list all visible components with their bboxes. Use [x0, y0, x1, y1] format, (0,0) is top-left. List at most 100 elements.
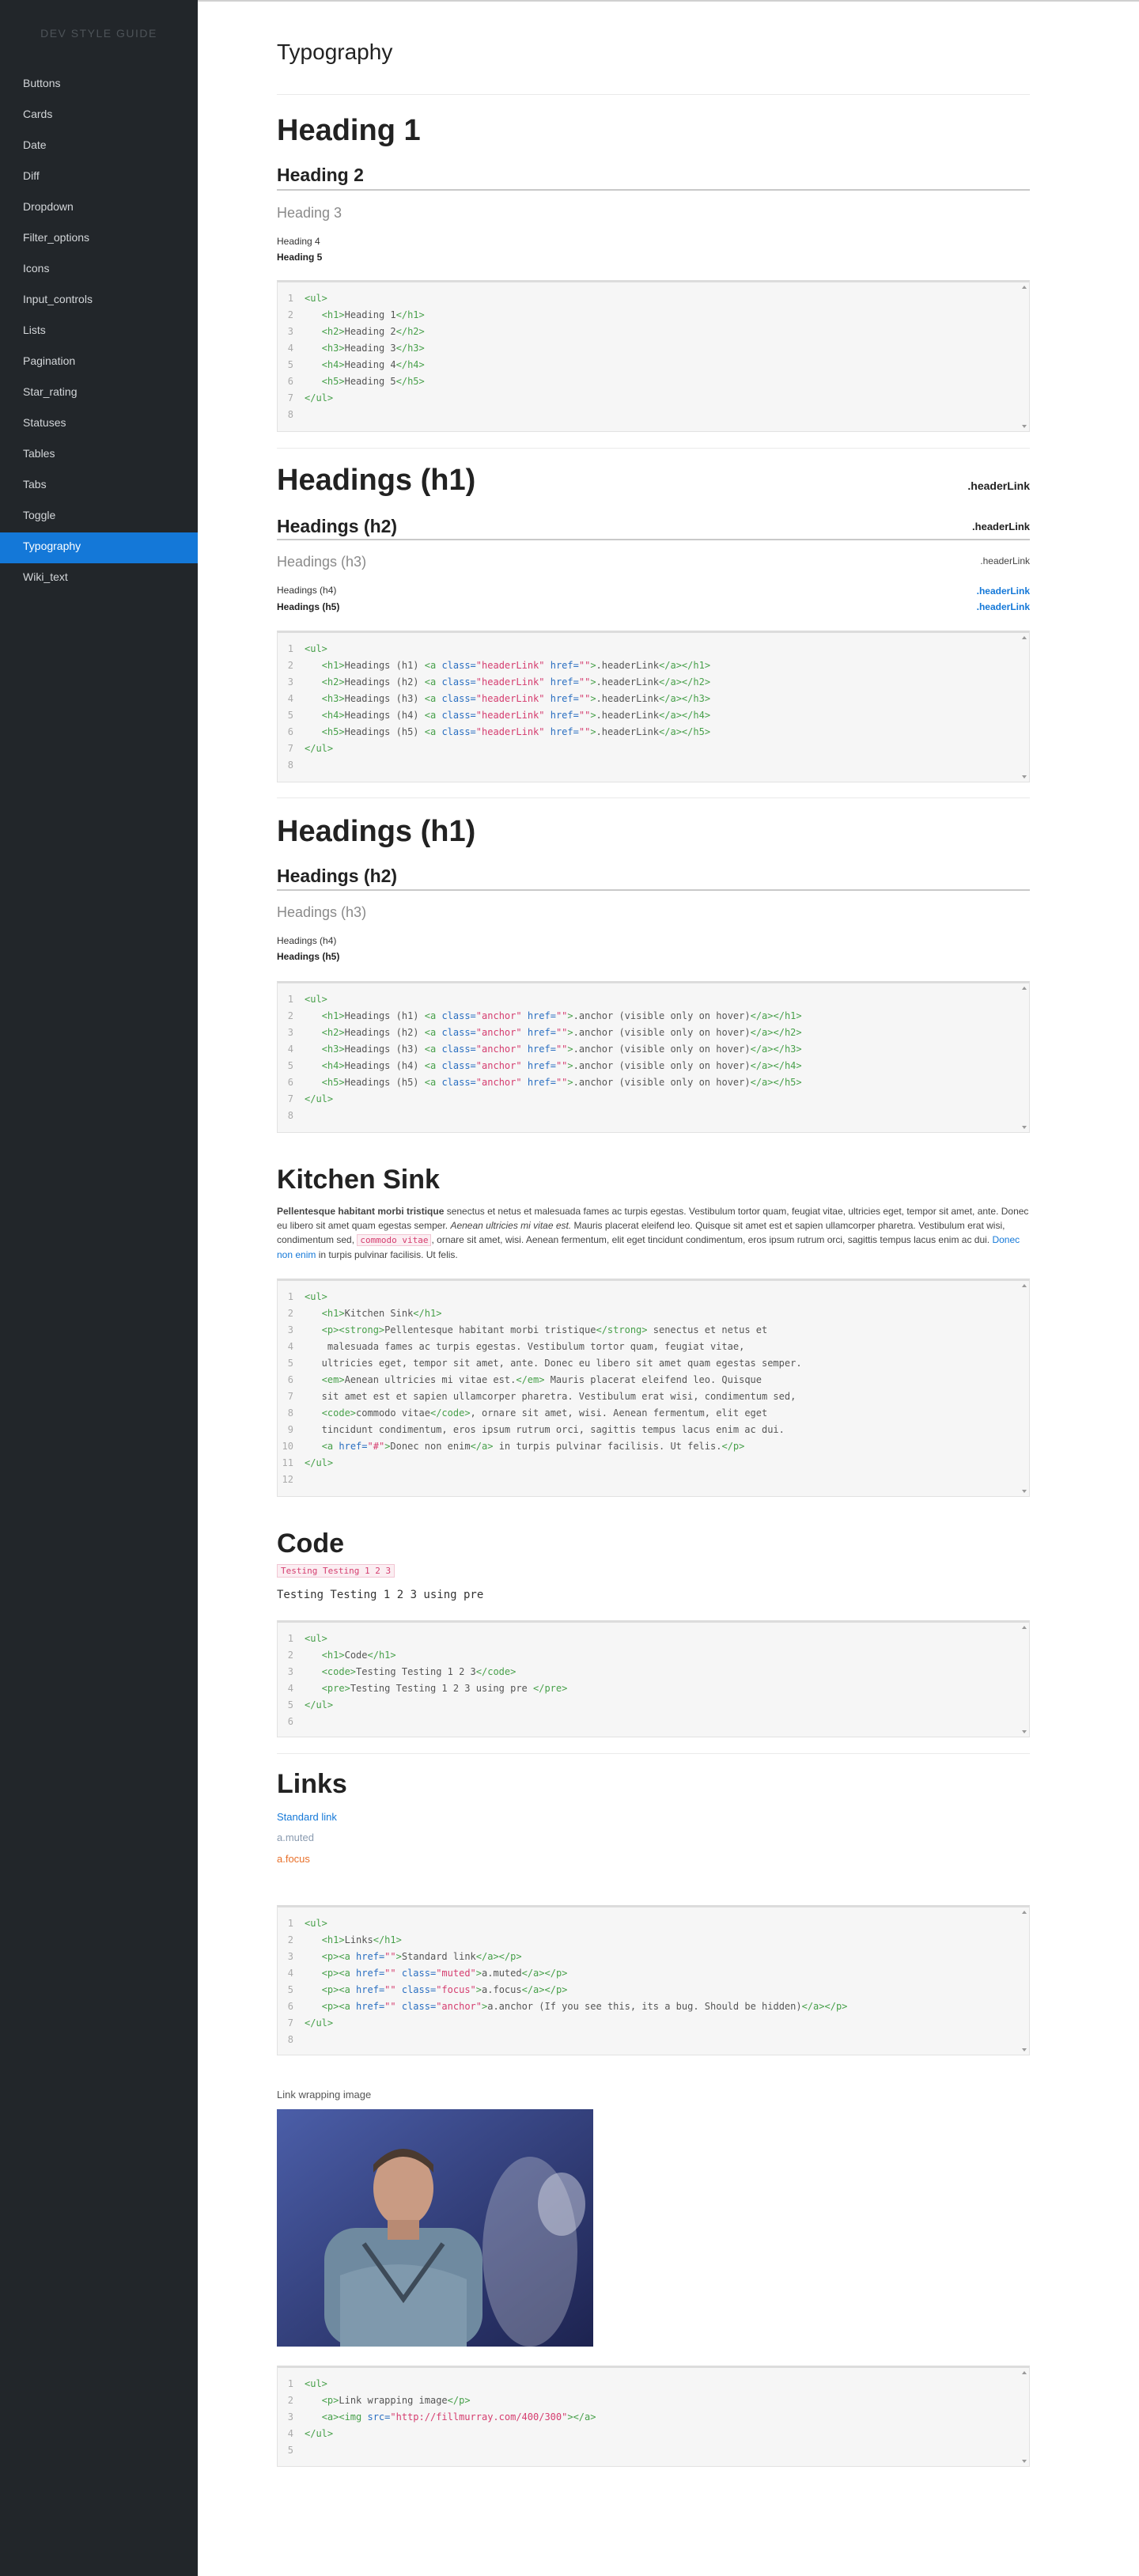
line-number: 5: [287, 710, 293, 721]
sidebar-item-buttons[interactable]: Buttons: [0, 70, 198, 100]
sidebar-item-date[interactable]: Date: [0, 131, 198, 162]
scroll-down-arrow-icon[interactable]: [1022, 2048, 1027, 2051]
code-line: <h1>Heading 1</h1>: [305, 307, 425, 324]
sidebar-item-tabs[interactable]: Tabs: [0, 471, 198, 502]
code-token: "": [384, 1951, 396, 1962]
sidebar-item-pagination[interactable]: Pagination: [0, 347, 198, 378]
header-link-h1[interactable]: .headerLink: [967, 479, 1030, 492]
code-token: class=: [395, 1984, 437, 1995]
code-line: <ul>: [305, 1631, 567, 1647]
scroll-up-arrow-icon[interactable]: [1022, 1284, 1027, 1287]
code-token: href=: [356, 2001, 385, 2012]
code-block-header-links[interactable]: 1 2 3 4 5 6 7 8 <ul> <h1>Headings (h1) <a class=…: [277, 631, 1030, 782]
sidebar-item-cards[interactable]: Cards: [0, 100, 198, 131]
sidebar-item-lists[interactable]: Lists: [0, 316, 198, 347]
code-token: senectus et netus et: [647, 1324, 768, 1335]
header-link-h2[interactable]: .headerLink: [972, 521, 1030, 532]
code-token: Headings (h5): [344, 1077, 425, 1088]
scroll-down-arrow-icon[interactable]: [1022, 1730, 1027, 1733]
code-block-code[interactable]: 1 2 3 4 5 6 <ul> <h1>Code</h1> <code>Testing T…: [277, 1620, 1030, 1737]
header-link-h4[interactable]: .headerLink: [977, 585, 1030, 597]
code-token: </ul>: [305, 2017, 334, 2029]
code-token: "headerLink": [475, 660, 545, 671]
code-block-anchors[interactable]: 1 2 3 4 5 6 7 8 <ul> <h1>Headings (h1) <a class=…: [277, 981, 1030, 1133]
scroll-up-arrow-icon[interactable]: [1022, 1911, 1027, 1914]
code-token: <h4>: [321, 710, 345, 721]
code-line: <h5>Headings (h5) <a class="headerLink" …: [305, 724, 710, 741]
code-token: </h1>: [367, 1650, 396, 1661]
heading-5-with-link: Headings (h5): [277, 601, 340, 612]
scroll-down-arrow-icon[interactable]: [1022, 425, 1027, 428]
standard-link[interactable]: Standard link: [277, 1811, 337, 1823]
muted-link[interactable]: a.muted: [277, 1832, 314, 1843]
code-token: <ul>: [305, 1291, 327, 1302]
code-token: class=: [441, 710, 476, 721]
sidebar-item-input-controls[interactable]: Input_controls: [0, 286, 198, 316]
code-token: </ul>: [305, 1457, 334, 1468]
heading-5: Heading 5: [277, 252, 323, 263]
divider: [277, 1753, 1030, 1754]
code-token: Testing Testing 1 2 3: [356, 1666, 476, 1677]
wrapped-image-link[interactable]: [277, 2109, 593, 2347]
code-token: "anchor": [436, 2001, 482, 2012]
scroll-down-arrow-icon[interactable]: [1022, 1490, 1027, 1493]
line-number: 4: [287, 343, 293, 354]
line-number: 10: [282, 1441, 293, 1452]
line-number: 6: [287, 726, 293, 737]
code-line: </ul>: [305, 2426, 596, 2442]
scroll-down-arrow-icon[interactable]: [1022, 1126, 1027, 1129]
code-token: </ul>: [305, 392, 334, 403]
focus-link[interactable]: a.focus: [277, 1853, 310, 1865]
code-block-headings[interactable]: 1 2 3 4 5 6 7 8 <ul> <h1>Heading 1</h1> <h2>Head…: [277, 280, 1030, 432]
sidebar-item-statuses[interactable]: Statuses: [0, 409, 198, 440]
code-token: class=: [441, 1077, 476, 1088]
scroll-up-arrow-icon[interactable]: [1022, 636, 1027, 639]
scroll-up-arrow-icon[interactable]: [1022, 1626, 1027, 1629]
sidebar: DEV STYLE GUIDE Buttons Cards Date Diff Drop…: [0, 0, 198, 2576]
line-number: 1: [287, 643, 293, 654]
code-token: </h2>: [395, 326, 425, 337]
code-token: >: [567, 1027, 573, 1038]
code-token: <a: [424, 726, 442, 737]
line-number: 2: [287, 1650, 293, 1661]
sidebar-item-tables[interactable]: Tables: [0, 440, 198, 471]
code-line: <p><a href="">Standard link</a></p>: [305, 1949, 847, 1965]
line-number: 3: [287, 2411, 293, 2423]
sidebar-item-star-rating[interactable]: Star_rating: [0, 378, 198, 409]
header-link-h5[interactable]: .headerLink: [977, 601, 1030, 612]
code-line: <ul>: [305, 290, 425, 307]
code-block-image-link[interactable]: 1 2 3 4 5 <ul> <p>Link wrapping image</p> <a>…: [277, 2366, 1030, 2467]
scroll-down-arrow-icon[interactable]: [1022, 775, 1027, 778]
code-lines: <ul> <h1>Heading 1</h1> <h2>Heading 2</h…: [305, 290, 425, 423]
code-token: href=: [544, 710, 579, 721]
code-line: <h1>Links</h1>: [305, 1932, 847, 1949]
scroll-down-arrow-icon[interactable]: [1022, 2460, 1027, 2463]
scroll-up-arrow-icon[interactable]: [1022, 987, 1027, 990]
sidebar-item-wiki-text[interactable]: Wiki_text: [0, 563, 198, 594]
code-title: Code: [277, 1529, 344, 1559]
sidebar-item-diff[interactable]: Diff: [0, 162, 198, 193]
sidebar-item-icons[interactable]: Icons: [0, 255, 198, 286]
code-token: <h3>: [321, 1044, 345, 1055]
sidebar-item-typography[interactable]: Typography: [0, 532, 198, 563]
line-numbers: 1 2 3 4 5 6 7 8: [278, 1915, 293, 2048]
sidebar-item-dropdown[interactable]: Dropdown: [0, 193, 198, 224]
line-number: 6: [287, 1374, 293, 1385]
heading-1: Heading 1: [277, 114, 421, 147]
code-lines: <ul> <h1>Links</h1> <p><a href="">Standa…: [305, 1915, 847, 2048]
sidebar-item-toggle[interactable]: Toggle: [0, 502, 198, 532]
scroll-up-arrow-icon[interactable]: [1022, 286, 1027, 289]
code-token: "http://fillmurray.com/400/300": [390, 2411, 568, 2423]
scroll-up-arrow-icon[interactable]: [1022, 2371, 1027, 2374]
code-line: <p><a href="" class="muted">a.muted</a><…: [305, 1965, 847, 1982]
code-token: href=: [544, 676, 579, 688]
code-block-kitchen-sink[interactable]: 1 2 3 4 5 6 7 8 9 10 11 12 <ul> <h1>Kitchen Sink</h1…: [277, 1279, 1030, 1497]
sidebar-item-filter-options[interactable]: Filter_options: [0, 224, 198, 255]
header-link-h3[interactable]: .headerLink: [980, 555, 1030, 566]
code-block-links[interactable]: 1 2 3 4 5 6 7 8 <ul> <h1>Links</h1> <p><a href="…: [277, 1905, 1030, 2055]
